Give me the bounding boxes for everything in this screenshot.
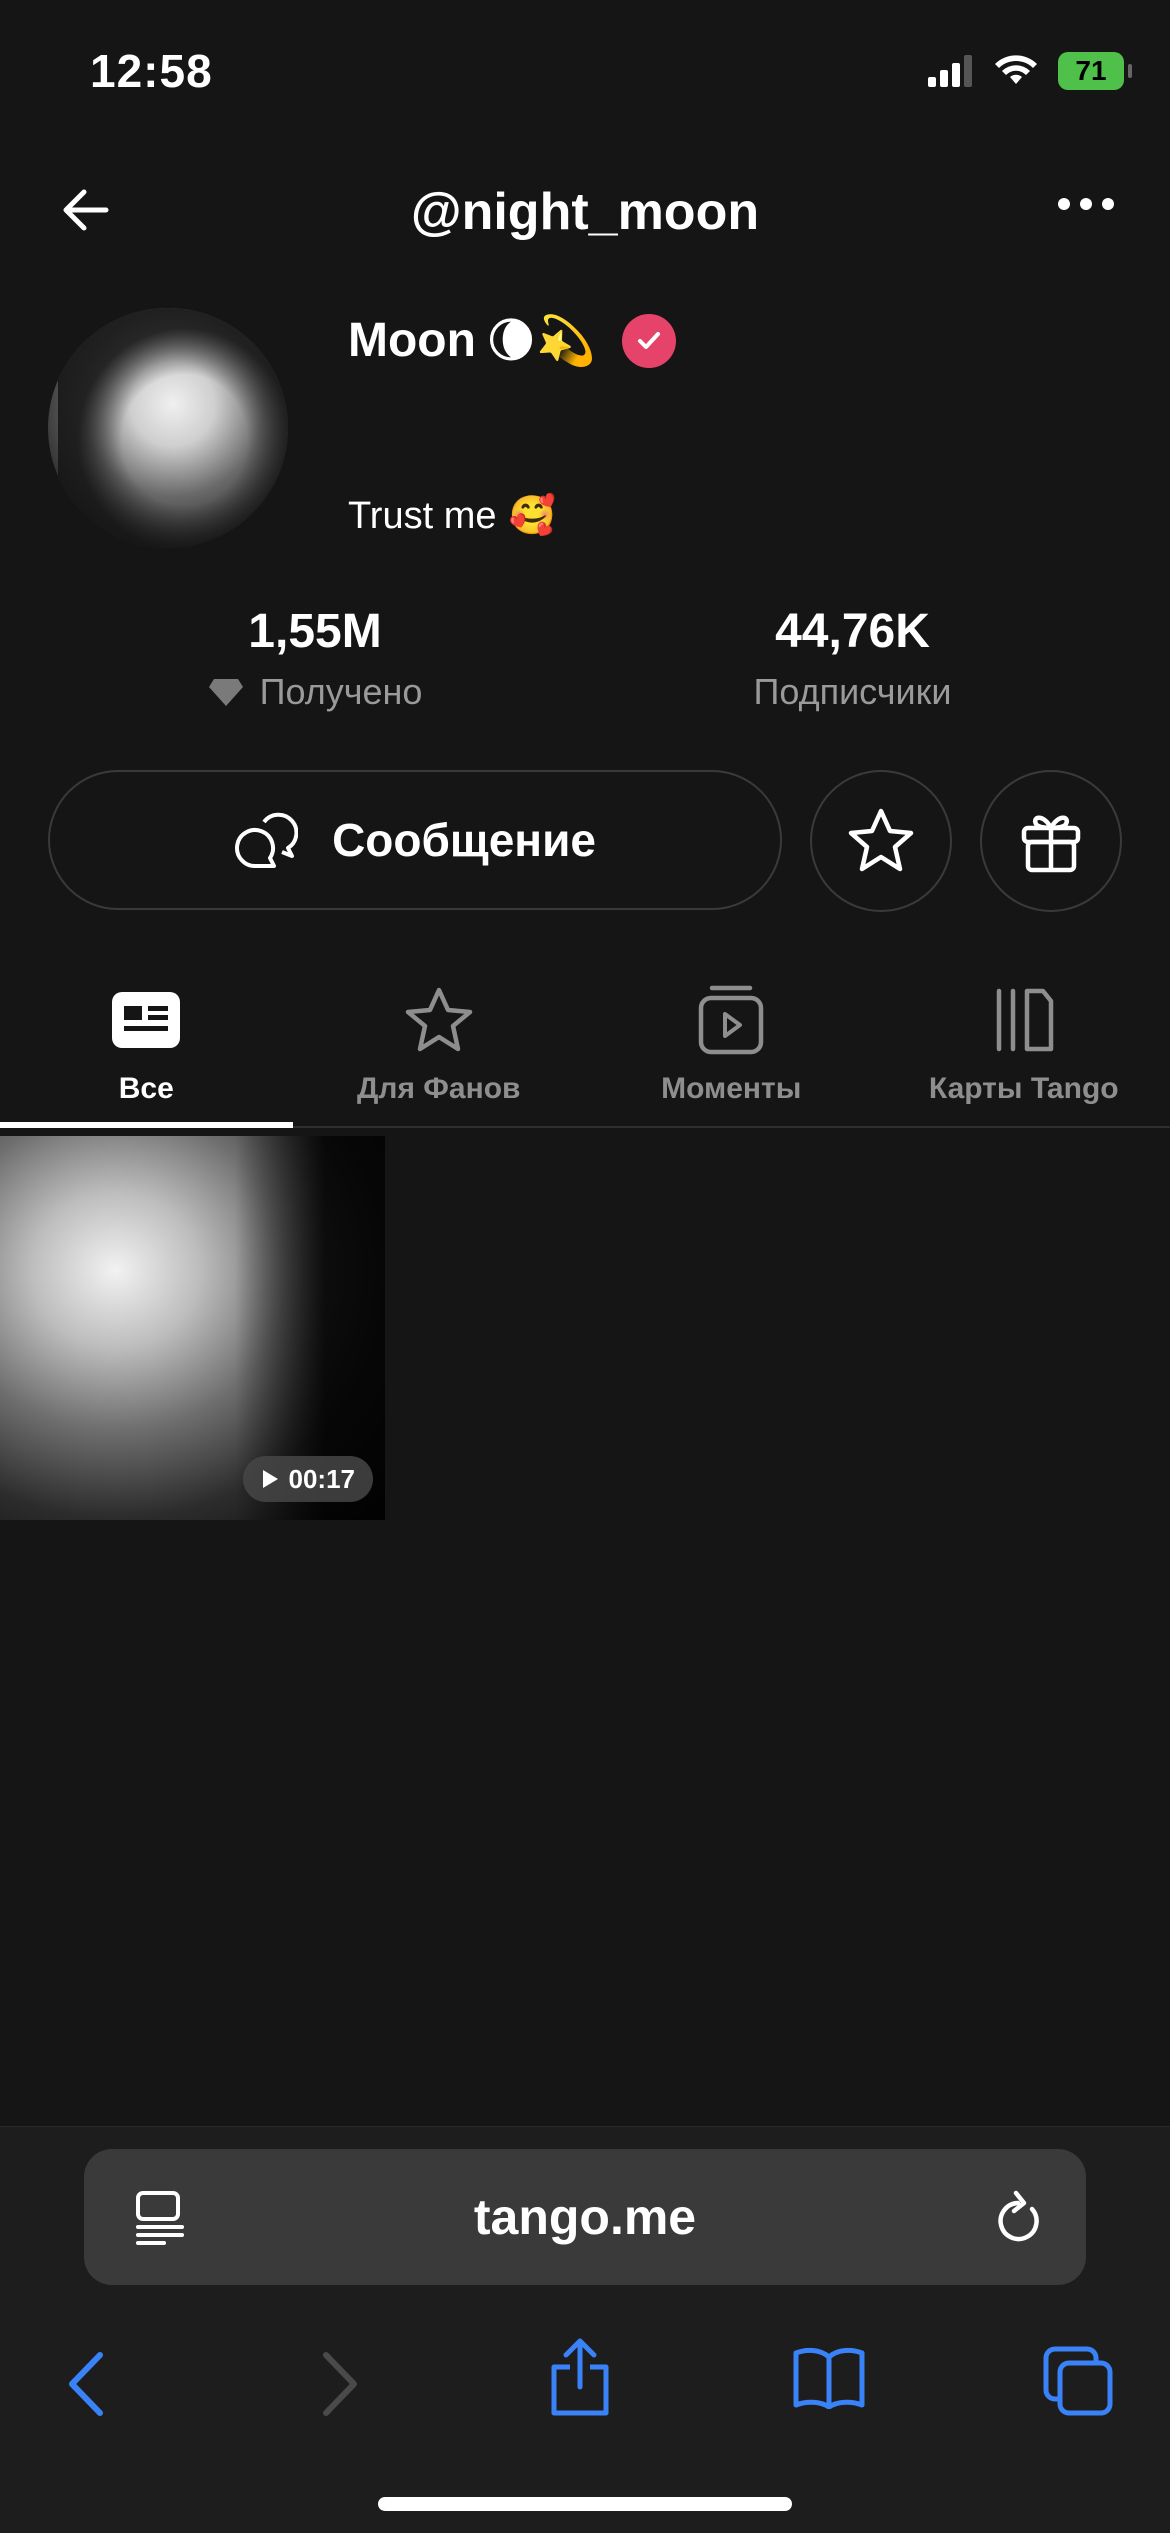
more-options-icon[interactable]	[1058, 198, 1114, 210]
stat-followers-label: Подписчики	[753, 671, 951, 713]
tabs-icon[interactable]	[1042, 2345, 1114, 2417]
browser-forward-icon[interactable]	[320, 2349, 360, 2419]
name-emojis: 🌘💫	[486, 312, 596, 369]
share-icon[interactable]	[548, 2337, 612, 2417]
status-time: 12:58	[90, 44, 213, 98]
tab-moments[interactable]: Моменты	[585, 980, 878, 1126]
url-text: tango.me	[474, 2188, 696, 2246]
content-tabs: Все Для Фанов Моменты Карты Tango	[0, 980, 1170, 1128]
moments-play-icon	[698, 984, 764, 1056]
stat-followers[interactable]: 44,76K Подписчики	[720, 604, 985, 713]
home-indicator	[378, 2497, 792, 2511]
page-menu-icon[interactable]	[134, 2191, 186, 2245]
post-thumbnail[interactable]: 00:17	[0, 1136, 385, 1520]
tab-fans[interactable]: Для Фанов	[293, 980, 586, 1126]
bio-emoji: 🥰	[509, 494, 556, 538]
bookmarks-icon[interactable]	[792, 2347, 866, 2409]
tab-fans-label: Для Фанов	[357, 1072, 520, 1106]
stat-received-label: Получено	[260, 671, 423, 713]
battery-indicator: 71	[1058, 52, 1124, 90]
video-duration-badge: 00:17	[243, 1456, 374, 1502]
reload-icon[interactable]	[992, 2185, 1044, 2245]
favorite-button[interactable]	[810, 770, 952, 912]
profile-handle: @night_moon	[0, 182, 1170, 242]
avatar[interactable]	[48, 308, 288, 548]
profile-bio: Trust me 🥰	[348, 494, 556, 538]
browser-toolbar: tango.me	[0, 2126, 1170, 2533]
gift-button[interactable]	[980, 770, 1122, 912]
tab-moments-label: Моменты	[661, 1072, 801, 1106]
tab-all[interactable]: Все	[0, 980, 293, 1126]
gift-icon	[1018, 808, 1084, 874]
profile-name: Moon	[348, 313, 476, 368]
video-duration: 00:17	[289, 1464, 356, 1495]
wifi-icon	[994, 54, 1038, 88]
feed-icon	[112, 992, 180, 1048]
play-icon	[261, 1469, 279, 1489]
star-outline-icon	[403, 986, 475, 1054]
verified-badge-icon	[622, 314, 676, 368]
browser-nav-bar	[0, 2323, 1170, 2443]
browser-back-icon[interactable]	[66, 2349, 106, 2419]
chat-bubbles-icon	[234, 810, 298, 870]
signal-icon	[928, 55, 974, 87]
stat-received-value: 1,55M	[190, 604, 440, 659]
tab-all-label: Все	[119, 1072, 174, 1106]
cards-icon	[993, 987, 1055, 1053]
tab-tango-cards-label: Карты Tango	[929, 1072, 1119, 1106]
status-icons: 71	[928, 52, 1124, 90]
stat-followers-value: 44,76K	[720, 604, 985, 659]
message-button[interactable]: Сообщение	[48, 770, 782, 910]
bio-text: Trust me	[348, 495, 497, 538]
profile-name-row: Moon 🌘💫	[348, 312, 676, 369]
stat-received[interactable]: 1,55M Получено	[190, 604, 440, 713]
message-button-label: Сообщение	[332, 813, 596, 867]
star-icon	[845, 805, 917, 877]
address-bar[interactable]: tango.me	[84, 2149, 1086, 2285]
diamond-icon	[208, 677, 244, 707]
tab-tango-cards[interactable]: Карты Tango	[878, 980, 1170, 1126]
